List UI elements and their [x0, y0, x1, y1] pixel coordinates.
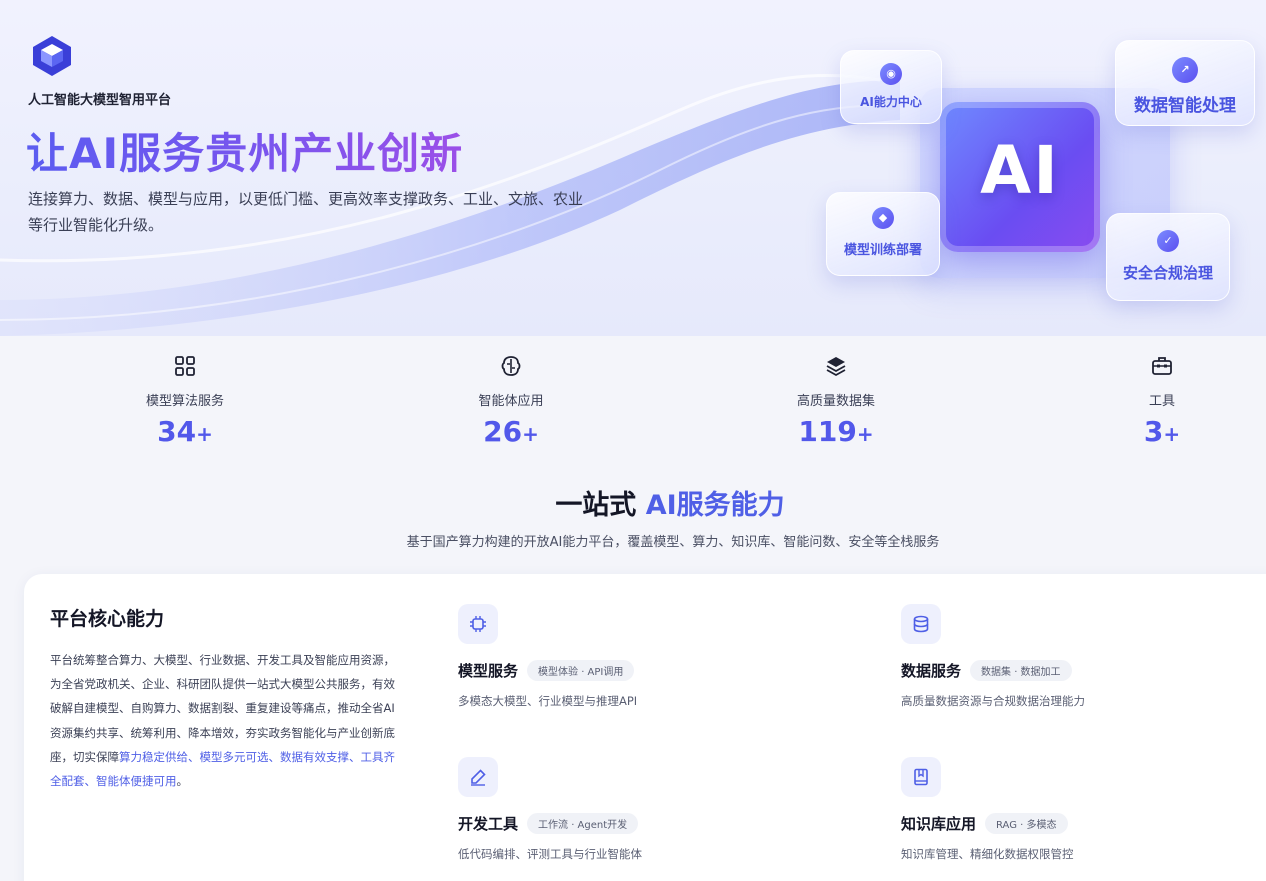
bubble-label: 模型训练部署 — [843, 243, 922, 258]
stat-agent-apps[interactable]: 智能体应用 26+ — [421, 354, 601, 448]
feature-tag: 模型体验 · API调用 — [527, 660, 635, 681]
bubble-label: 安全合规治理 — [1122, 264, 1213, 282]
bubble-model-training: ◆ 模型训练部署 — [826, 192, 940, 276]
ai-chip: AI — [940, 102, 1100, 252]
bubble-label: AI能力中心 — [860, 95, 922, 109]
layers-icon — [826, 357, 846, 377]
brand-name: 人工智能大模型智用平台 — [28, 93, 172, 108]
stat-tools[interactable]: 工具 3+ — [1072, 354, 1252, 448]
feature-name: 知识库应用 — [901, 815, 977, 833]
feature-description: 低代码编排、评测工具与行业智能体 — [458, 847, 642, 861]
core-title: 平台核心能力 — [50, 608, 165, 630]
feature-description: 多模态大模型、行业模型与推理API — [458, 694, 638, 708]
hero-title: 让AI服务贵州产业创新 — [26, 120, 463, 181]
stat-value: 119+ — [798, 415, 874, 448]
stats-bar: 模型算法服务 34+ 智能体应用 26+ 高质量数据集 119+ 工具 3+ — [0, 336, 1266, 466]
feature-tag: 工作流 · Agent开发 — [527, 813, 639, 834]
chip-icon — [458, 604, 498, 644]
database-icon — [901, 604, 941, 644]
stat-label: 工具 — [1148, 394, 1175, 409]
feature-name: 开发工具 — [458, 815, 519, 833]
pen-icon — [458, 757, 498, 797]
hero-banner: 人工智能大模型智用平台 让AI服务贵州产业创新 连接算力、数据、模型与应用，以更… — [0, 0, 1266, 336]
stat-value: 26+ — [483, 415, 539, 448]
cube-icon: ◆ — [872, 207, 894, 229]
feature-description: 高质量数据资源与合规数据治理能力 — [901, 694, 1085, 708]
toolbox-icon — [1152, 357, 1172, 375]
stat-label: 高质量数据集 — [796, 394, 875, 409]
section-subtitle: 基于国产算力构建的开放AI能力平台，覆盖模型、算力、知识库、智能问数、安全等全栈… — [406, 535, 940, 550]
cube-logo-icon[interactable] — [30, 34, 74, 78]
bubble-data-processing: ↗ 数据智能处理 — [1115, 40, 1255, 126]
ai-chip-label: AI — [980, 132, 1060, 209]
bubble-label: 数据智能处理 — [1134, 96, 1236, 116]
grid-apps-icon — [175, 356, 195, 376]
stat-label: 模型算法服务 — [145, 394, 224, 409]
stat-datasets[interactable]: 高质量数据集 119+ — [746, 354, 926, 448]
stat-label: 智能体应用 — [478, 394, 544, 409]
feature-name: 模型服务 — [458, 662, 519, 680]
feature-dev-tools[interactable]: 开发工具 工作流 · Agent开发 低代码编排、评测工具与行业智能体 — [458, 757, 778, 862]
robot-icon: ◉ — [880, 63, 902, 85]
shield-check-icon: ✓ — [1157, 230, 1179, 252]
brain-icon — [501, 356, 521, 376]
feature-data-services[interactable]: 数据服务 数据集 · 数据加工 高质量数据资源与合规数据治理能力 — [901, 604, 1221, 709]
bubble-security: ✓ 安全合规治理 — [1106, 213, 1230, 301]
chart-line-icon: ↗ — [1172, 57, 1198, 83]
feature-name: 数据服务 — [901, 662, 962, 680]
stat-model-services[interactable]: 模型算法服务 34+ — [95, 354, 275, 448]
hero-subtitle: 连接算力、数据、模型与应用，以更低门槛、更高效率支撑政务、工业、文旅、农业等行业… — [28, 190, 584, 234]
hero-illustration: AI ◉ AI能力中心 ↗ 数据智能处理 ◆ 模型训练部署 ✓ 安全合规治理 — [810, 30, 1266, 320]
section-title: 一站式 AI服务能力 — [555, 490, 785, 521]
core-capabilities-card: 平台核心能力 平台统筹整合算力、大模型、行业数据、开发工具及智能应用资源，为全省… — [24, 574, 1266, 881]
stat-value: 3+ — [1143, 415, 1181, 448]
feature-description: 知识库管理、精细化数据权限管控 — [901, 847, 1074, 861]
bubble-ai-center: ◉ AI能力中心 — [840, 50, 942, 124]
feature-knowledge-base[interactable]: 知识库应用 RAG · 多模态 知识库管理、精细化数据权限管控 — [901, 757, 1221, 862]
stat-value: 34+ — [157, 415, 213, 448]
feature-tag: 数据集 · 数据加工 — [970, 660, 1072, 681]
feature-model-services[interactable]: 模型服务 模型体验 · API调用 多模态大模型、行业模型与推理API — [458, 604, 778, 709]
core-description: 平台统筹整合算力、大模型、行业数据、开发工具及智能应用资源，为全省党政机关、企业… — [50, 653, 395, 789]
book-icon — [901, 757, 941, 797]
feature-tag: RAG · 多模态 — [985, 813, 1068, 834]
